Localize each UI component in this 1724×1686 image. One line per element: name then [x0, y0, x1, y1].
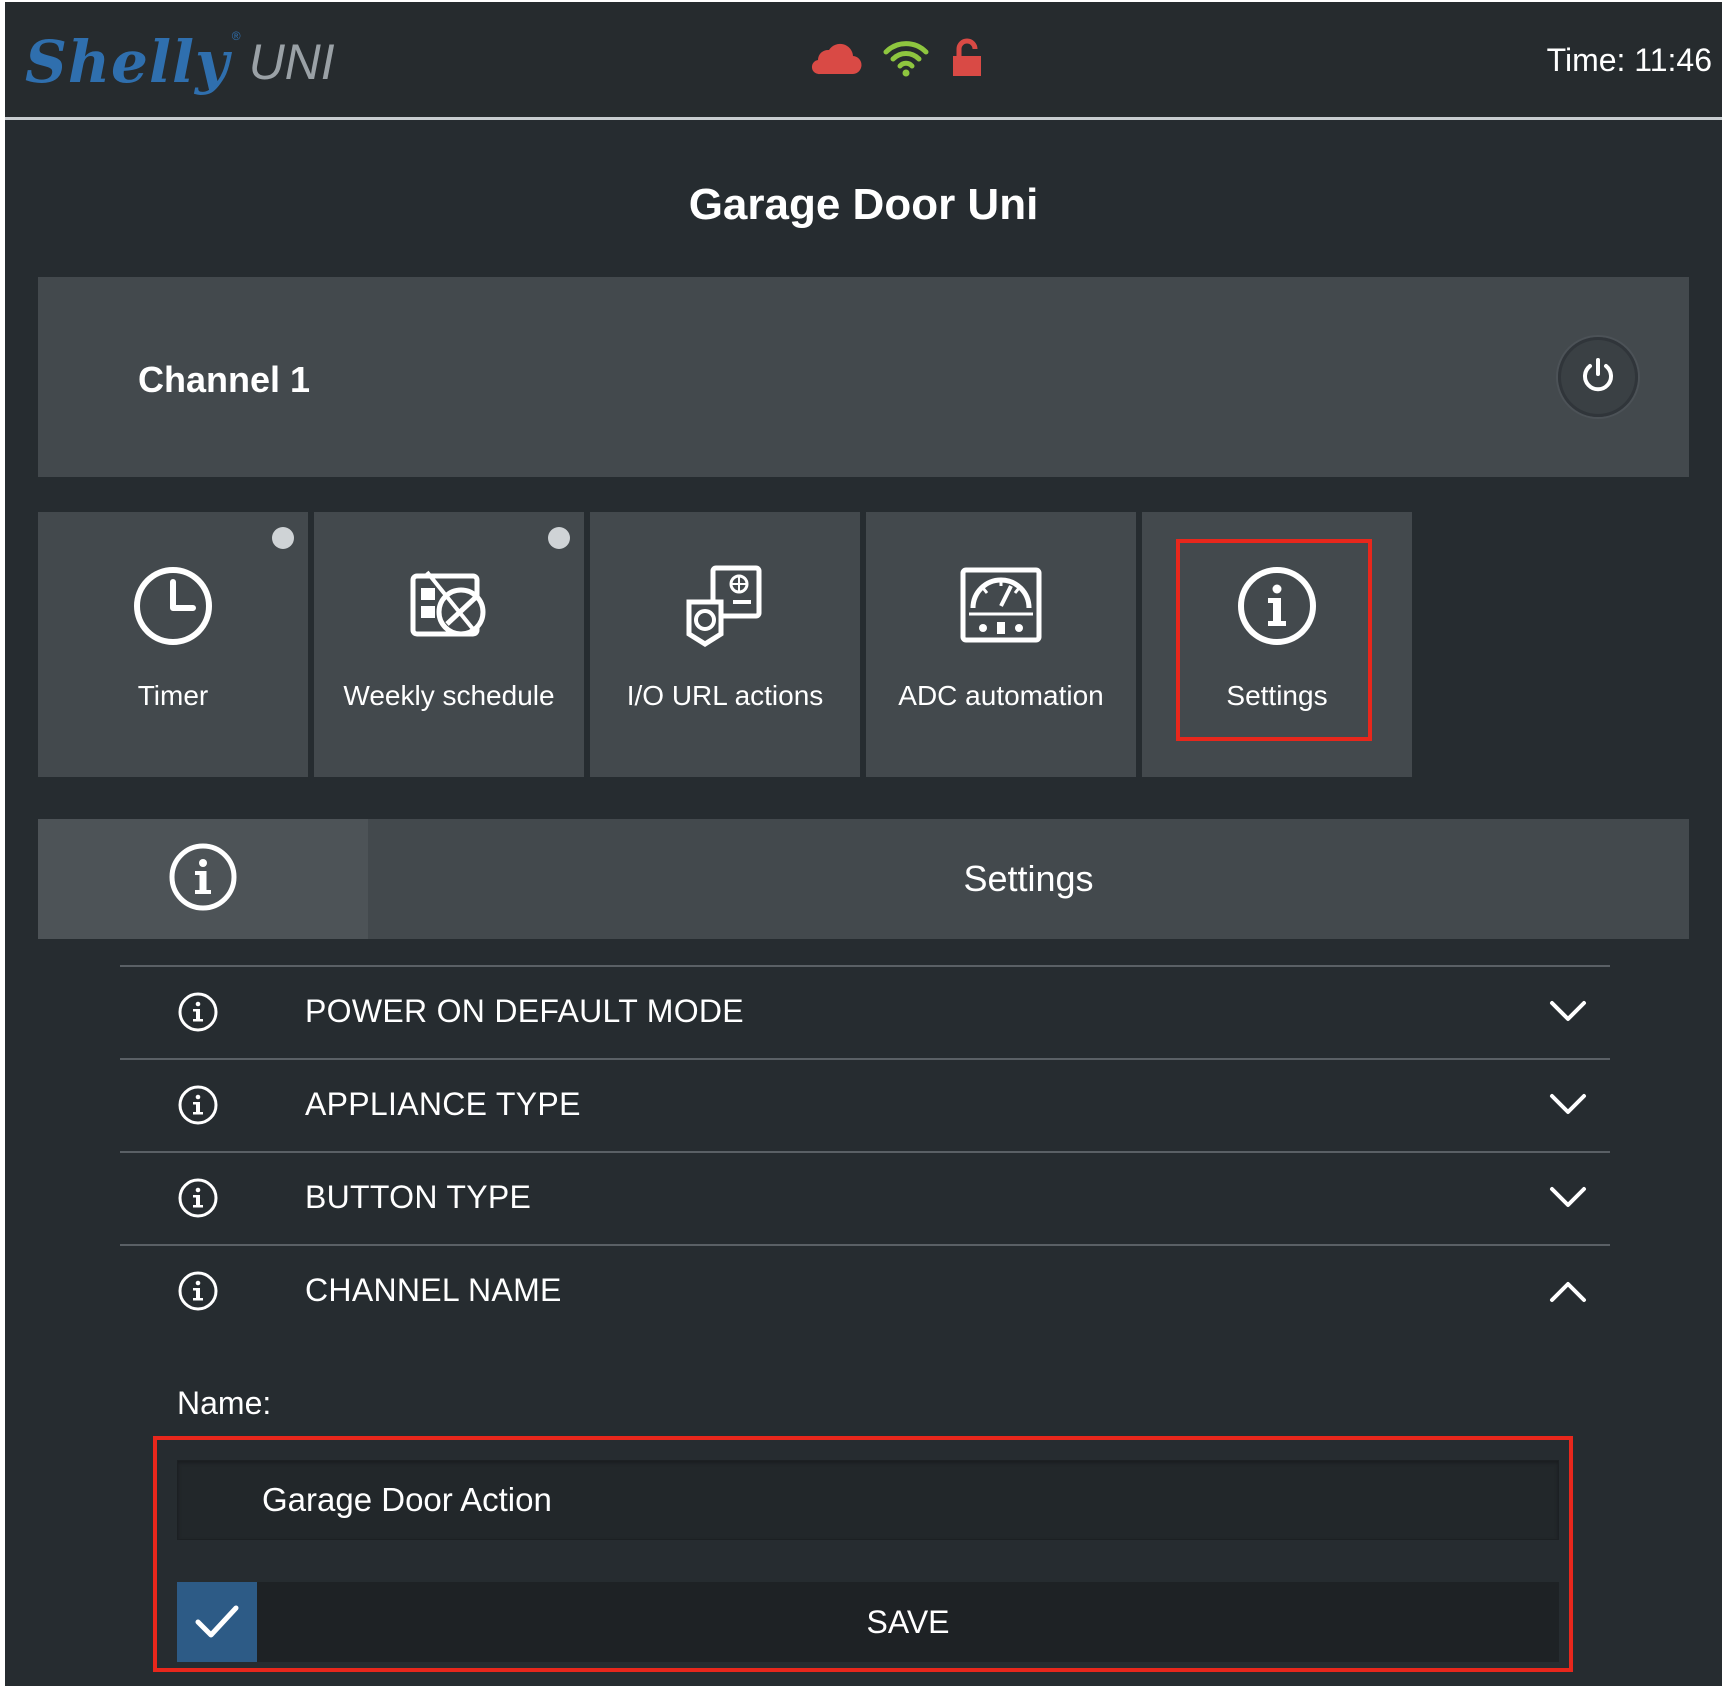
adc-gauge-icon: [957, 562, 1045, 650]
checkmark-icon: [177, 1582, 257, 1662]
time-display: Time: 11:46: [1546, 42, 1712, 78]
logo-registered-mark: ®: [231, 29, 241, 43]
settings-list: POWER ON DEFAULT MODE APPLIANCE TYPE BUT…: [120, 965, 1610, 1337]
shelly-logo: Shelly ® UNI: [25, 22, 335, 102]
setting-label: BUTTON TYPE: [305, 1179, 532, 1215]
tile-label: ADC automation: [898, 680, 1104, 711]
unlocked-padlock-icon: [950, 38, 984, 83]
page-title: Garage Door Uni: [688, 180, 1039, 229]
tile-label: Settings: [1226, 680, 1328, 711]
info-icon[interactable]: [178, 1178, 218, 1218]
save-button[interactable]: SAVE: [177, 1582, 1559, 1662]
chevron-down-icon[interactable]: [1548, 1181, 1588, 1215]
info-icon[interactable]: [178, 1085, 218, 1125]
info-icon: [1233, 562, 1321, 650]
logo-model: UNI: [248, 34, 335, 90]
io-url-actions-icon: [681, 562, 769, 650]
weekly-schedule-icon: [405, 562, 493, 650]
setting-power-on-default-mode[interactable]: POWER ON DEFAULT MODE: [120, 965, 1610, 1058]
channel-label: Channel 1: [138, 359, 311, 400]
wifi-icon: [882, 38, 930, 83]
logo-brand: Shelly: [25, 28, 230, 96]
cloud-icon: [810, 40, 862, 81]
chevron-up-icon[interactable]: [1548, 1274, 1588, 1308]
tile-label: Timer: [137, 680, 209, 711]
setting-label: APPLIANCE TYPE: [305, 1086, 581, 1122]
power-button[interactable]: [1558, 337, 1638, 417]
section-title: Settings: [963, 858, 1094, 899]
info-icon: [168, 842, 238, 917]
power-icon: [1578, 355, 1618, 400]
feature-tiles: Timer Weekly schedule I/O URL actions AD…: [38, 512, 1412, 777]
name-label: Name:: [177, 1385, 272, 1421]
tile-settings[interactable]: Settings: [1142, 512, 1412, 777]
app-window: Shelly ® UNI Time: 11:46 Garage Door Uni…: [5, 2, 1722, 1686]
save-label: SAVE: [866, 1604, 950, 1640]
tile-label: Weekly schedule: [343, 680, 555, 711]
tile-adc-automation[interactable]: ADC automation: [866, 512, 1136, 777]
chevron-down-icon[interactable]: [1548, 1088, 1588, 1122]
tile-indicator-dot: [548, 527, 570, 549]
chevron-down-icon[interactable]: [1548, 995, 1588, 1029]
info-icon[interactable]: [178, 992, 218, 1032]
setting-channel-name[interactable]: CHANNEL NAME: [120, 1244, 1610, 1337]
section-icon-box: [38, 819, 368, 939]
top-bar: Shelly ® UNI Time: 11:46: [5, 2, 1722, 120]
setting-label: POWER ON DEFAULT MODE: [305, 993, 744, 1029]
clock-icon: [129, 562, 217, 650]
status-icons: [810, 38, 984, 83]
channel-card: Channel 1: [38, 277, 1689, 477]
tile-timer[interactable]: Timer: [38, 512, 308, 777]
setting-label: CHANNEL NAME: [305, 1272, 562, 1308]
settings-section-header: Settings: [38, 819, 1689, 939]
setting-appliance-type[interactable]: APPLIANCE TYPE: [120, 1058, 1610, 1151]
tile-label: I/O URL actions: [626, 680, 824, 711]
channel-name-input[interactable]: [177, 1460, 1559, 1540]
tile-weekly-schedule[interactable]: Weekly schedule: [314, 512, 584, 777]
info-icon[interactable]: [178, 1271, 218, 1311]
setting-button-type[interactable]: BUTTON TYPE: [120, 1151, 1610, 1244]
tile-indicator-dot: [272, 527, 294, 549]
tile-io-url-actions[interactable]: I/O URL actions: [590, 512, 860, 777]
